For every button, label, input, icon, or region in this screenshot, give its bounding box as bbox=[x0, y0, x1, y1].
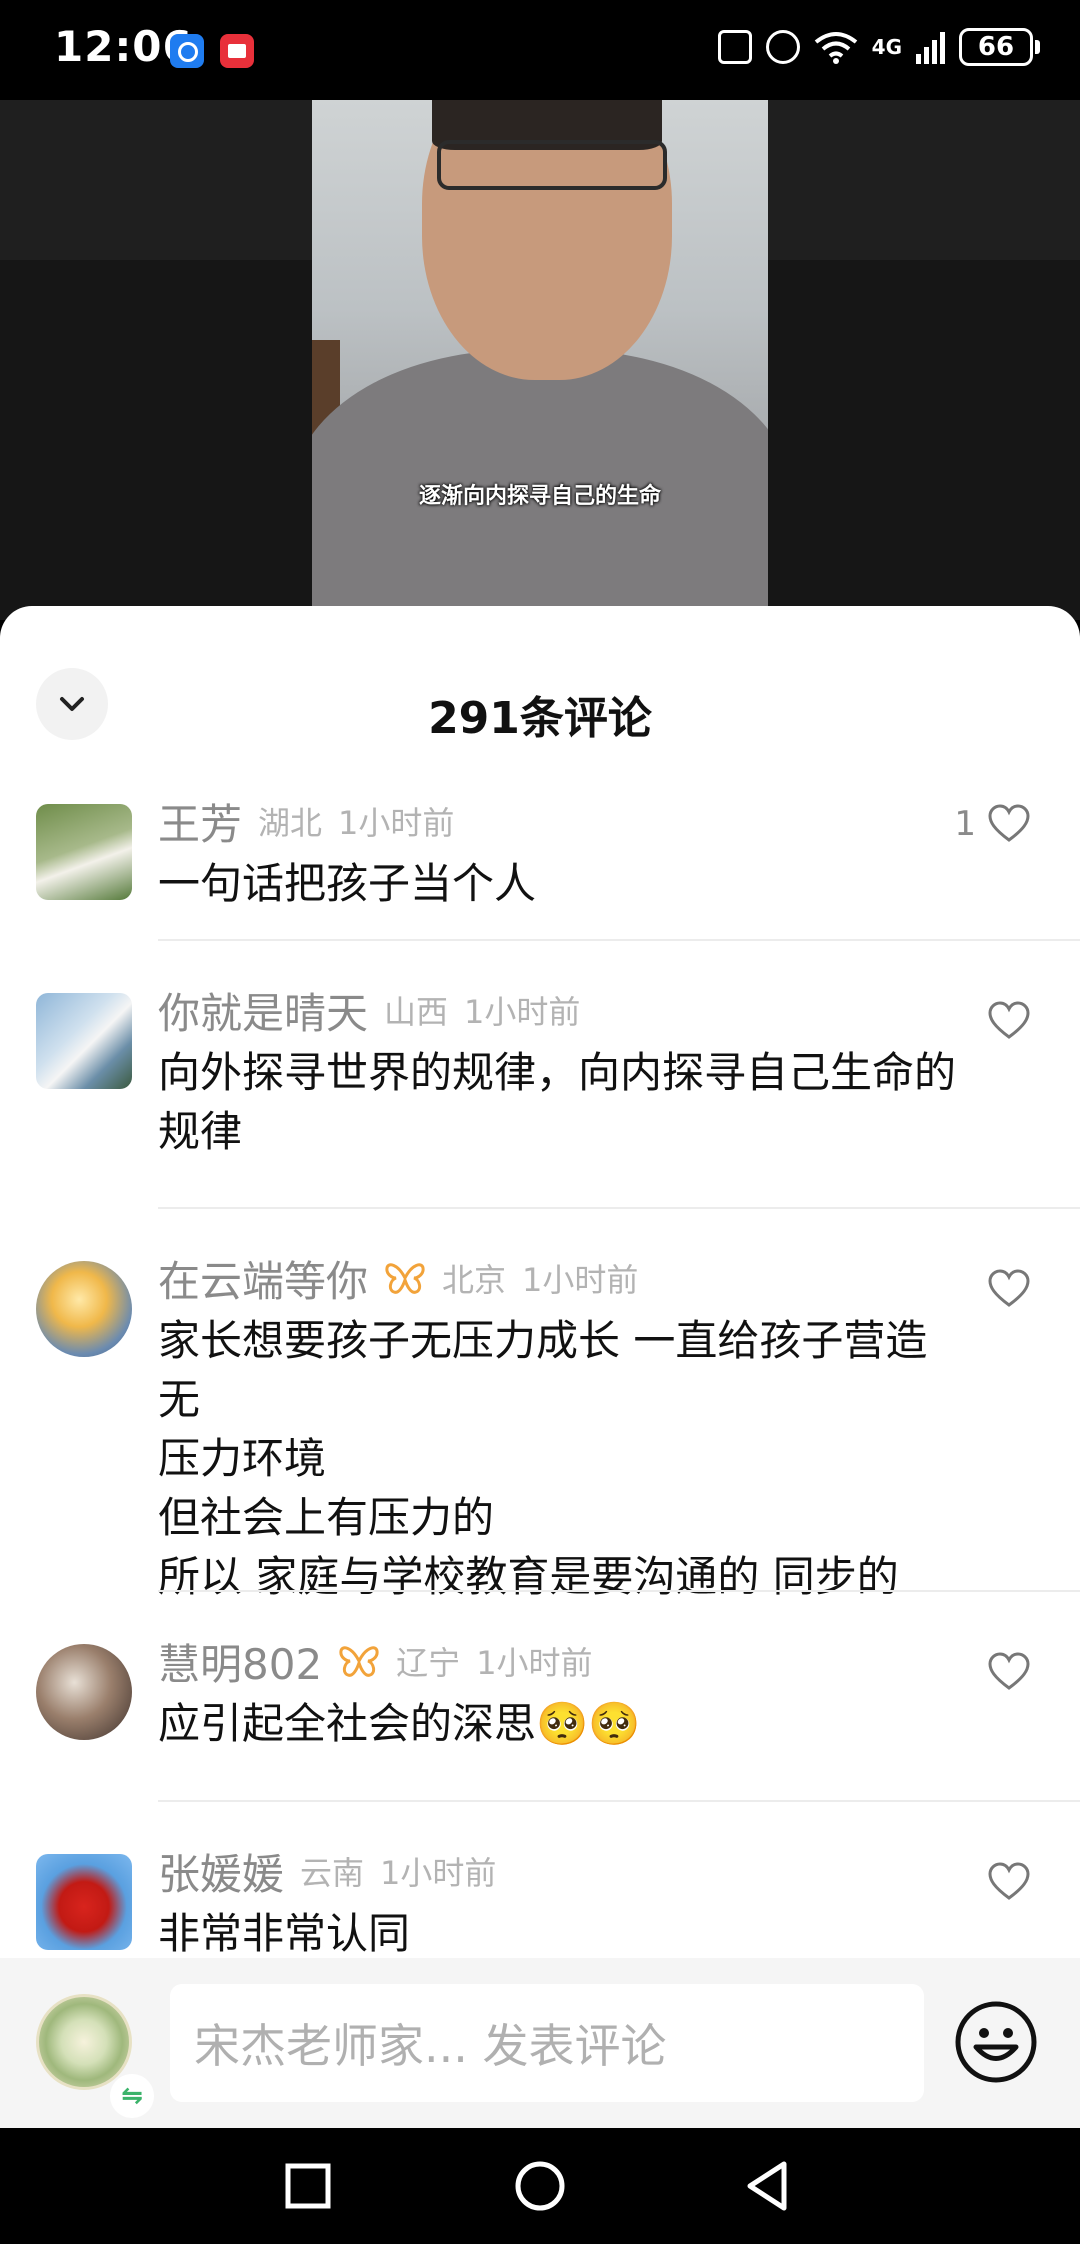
comment-input-bar: ⇋ 宋杰老师家... 发表评论 bbox=[0, 1958, 1080, 2128]
comment-location: 云南 bbox=[300, 1854, 365, 1892]
comment-line: 规律 bbox=[158, 1107, 243, 1156]
heart-outline-icon bbox=[988, 1652, 1030, 1690]
comment-line: 家长想要孩子无压力成长 一直给孩子营造无 bbox=[158, 1316, 928, 1424]
comment-location: 山西 bbox=[384, 993, 449, 1031]
comment-author[interactable]: 慧明802 bbox=[158, 1631, 322, 1692]
comment-text[interactable]: 一句话把孩子当个人 bbox=[158, 854, 960, 913]
comment-item: 王芳 湖北 1小时前 一句话把孩子当个人 1 bbox=[0, 786, 1080, 941]
comment-time: 1小时前 bbox=[464, 993, 581, 1031]
avatar[interactable] bbox=[36, 993, 132, 1089]
comment-location: 辽宁 bbox=[396, 1644, 461, 1682]
comment-author[interactable]: 你就是晴天 bbox=[158, 980, 368, 1041]
switch-account-icon[interactable]: ⇋ bbox=[110, 2074, 154, 2118]
comment-list[interactable]: 王芳 湖北 1小时前 一句话把孩子当个人 1 你就是晴天 山西 1小时前 向外探… bbox=[0, 786, 1080, 1958]
comment-location: 湖北 bbox=[258, 804, 323, 842]
comment-text[interactable]: 家长想要孩子无压力成长 一直给孩子营造无 压力环境 但社会上有压力的 所以 家庭… bbox=[158, 1311, 960, 1606]
comment-location: 北京 bbox=[442, 1261, 507, 1299]
comment-time: 1小时前 bbox=[338, 804, 455, 842]
video-player[interactable]: 逐渐向内探寻自己的生命 bbox=[312, 100, 768, 620]
heart-outline-icon bbox=[988, 804, 1030, 842]
app-notification-icon-red bbox=[220, 34, 254, 68]
comment-line: 应引起全社会的深思🥺🥺 bbox=[158, 1699, 641, 1748]
heart-outline-icon bbox=[988, 1862, 1030, 1900]
comment-time: 1小时前 bbox=[380, 1854, 497, 1892]
my-avatar[interactable] bbox=[36, 1994, 132, 2090]
triangle-back-icon[interactable] bbox=[740, 2158, 796, 2214]
app-notification-icon bbox=[170, 34, 204, 68]
battery-level: 66 bbox=[959, 28, 1033, 66]
heart-outline-icon bbox=[988, 1001, 1030, 1039]
comment-line: 压力环境 bbox=[158, 1434, 327, 1483]
status-icons: 4G 66 bbox=[717, 28, 1040, 66]
comments-sheet: 291条评论 王芳 湖北 1小时前 一句话把孩子当个人 1 你就是晴天 山西 1… bbox=[0, 606, 1080, 1958]
network-type: 4G bbox=[871, 35, 902, 59]
like-count: 1 bbox=[954, 804, 976, 844]
wifi-icon bbox=[814, 32, 857, 64]
comment-item: 在云端等你 北京 1小时前 家长想要孩子无压力成长 一直给孩子营造无 压力环境 … bbox=[0, 1209, 1080, 1601]
comment-text[interactable]: 非常非常认同 bbox=[158, 1904, 960, 1958]
comment-item: 慧明802 辽宁 1小时前 应引起全社会的深思🥺🥺 bbox=[0, 1592, 1080, 1802]
heart-outline-icon bbox=[988, 1269, 1030, 1307]
square-recents-icon[interactable] bbox=[280, 2158, 336, 2214]
butterfly-badge-icon bbox=[339, 1646, 379, 1677]
avatar[interactable] bbox=[36, 804, 132, 900]
avatar[interactable] bbox=[36, 1854, 132, 1950]
comment-text[interactable]: 应引起全社会的深思🥺🥺 bbox=[158, 1694, 960, 1753]
alarm-icon bbox=[765, 30, 800, 64]
comment-line: 但社会上有压力的 bbox=[158, 1493, 495, 1542]
comment-author[interactable]: 张媛媛 bbox=[158, 1841, 284, 1902]
comment-author[interactable]: 在云端等你 bbox=[158, 1248, 368, 1309]
comment-text[interactable]: 向外探寻世界的规律，向内探寻自己生命的 规律 bbox=[158, 1043, 960, 1161]
video-subtitle: 逐渐向内探寻自己的生命 bbox=[418, 484, 661, 509]
comment-line: 一句话把孩子当个人 bbox=[158, 859, 537, 908]
smiley-icon[interactable] bbox=[954, 2000, 1038, 2084]
like-button[interactable] bbox=[988, 1652, 1030, 1692]
like-button[interactable] bbox=[988, 1269, 1030, 1309]
comment-input[interactable]: 宋杰老师家... 发表评论 bbox=[170, 1984, 924, 2102]
comment-item: 张媛媛 云南 1小时前 非常非常认同 bbox=[0, 1802, 1080, 1958]
system-nav-bar bbox=[0, 2128, 1080, 2244]
butterfly-badge-icon bbox=[385, 1263, 425, 1294]
like-button[interactable] bbox=[988, 1001, 1030, 1041]
comment-line: 非常非常认同 bbox=[158, 1909, 411, 1958]
battery-icon: 66 bbox=[959, 28, 1040, 66]
comment-time: 1小时前 bbox=[476, 1644, 593, 1682]
like-button[interactable] bbox=[988, 1862, 1030, 1902]
signal-icon bbox=[916, 30, 945, 64]
status-bar: 12:06 4G 66 bbox=[0, 0, 1080, 100]
avatar[interactable] bbox=[36, 1261, 132, 1357]
comment-time: 1小时前 bbox=[522, 1261, 639, 1299]
comments-header: 291条评论 bbox=[0, 606, 1080, 746]
circle-home-icon[interactable] bbox=[512, 2158, 568, 2214]
nfc-icon bbox=[717, 30, 752, 64]
comment-line: 向外探寻世界的规律，向内探寻自己生命的 bbox=[158, 1048, 957, 1097]
comment-author[interactable]: 王芳 bbox=[158, 791, 242, 852]
comments-count-title: 291条评论 bbox=[428, 693, 652, 744]
comment-item: 你就是晴天 山西 1小时前 向外探寻世界的规律，向内探寻自己生命的 规律 bbox=[0, 941, 1080, 1209]
avatar[interactable] bbox=[36, 1644, 132, 1740]
like-button[interactable]: 1 bbox=[954, 804, 1030, 844]
